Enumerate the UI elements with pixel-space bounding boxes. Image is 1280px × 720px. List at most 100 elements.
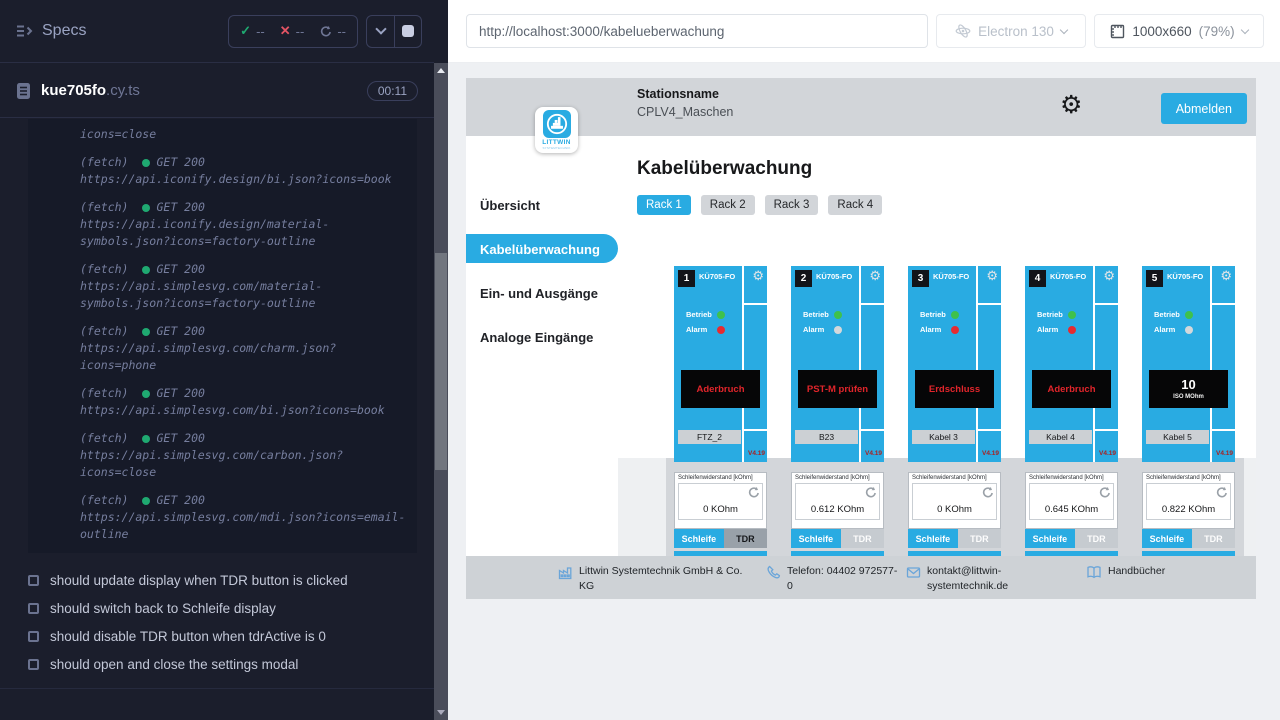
- refresh-button[interactable]: [981, 486, 994, 504]
- tdr-button[interactable]: TDR: [724, 529, 767, 548]
- module-divider: [1210, 266, 1212, 462]
- log-entry[interactable]: (fetch)GET 200https://api.simplesvg.com/…: [80, 323, 409, 374]
- logo-subtext: SYSTEMTECHNIK: [542, 146, 570, 150]
- device-number: 5: [1146, 270, 1163, 287]
- rack-tab[interactable]: Rack 2: [701, 195, 755, 215]
- device-display: Erdschluss: [915, 370, 994, 408]
- passed-count: --: [256, 24, 265, 39]
- log-url-line: symbols.json?icons=factory-outline: [80, 233, 409, 250]
- reporter-scrollbar[interactable]: [434, 63, 448, 720]
- collapse-button[interactable]: [367, 16, 394, 47]
- log-entry[interactable]: (fetch)GET 200https://api.iconify.design…: [80, 154, 409, 188]
- electron-icon: [955, 23, 971, 39]
- sidebar-item-3[interactable]: Ein- und Ausgänge: [466, 271, 618, 315]
- device-number: 1: [678, 270, 695, 287]
- command-log[interactable]: icons=close (fetch)GET 200https://api.ico…: [28, 119, 417, 553]
- log-entry[interactable]: (fetch)GET 200https://api.simplesvg.com/…: [80, 430, 409, 481]
- alarm-led-row: Alarm: [920, 325, 959, 334]
- phone-icon: [766, 565, 781, 580]
- device-model: KÜ705-FO: [1167, 272, 1203, 281]
- stat-passed: ✓ --: [240, 23, 265, 39]
- schleife-button[interactable]: Schleife: [791, 529, 841, 548]
- footer-phone-text[interactable]: Telefon: 04402 972577-0: [787, 564, 899, 594]
- test-title: should update display when TDR button is…: [50, 573, 348, 588]
- book-icon: [1086, 565, 1102, 580]
- device-settings-icon[interactable]: ⚙: [752, 269, 764, 282]
- rack-tab[interactable]: Rack 3: [765, 195, 819, 215]
- tdr-button[interactable]: TDR: [1075, 529, 1118, 548]
- refresh-button[interactable]: [747, 486, 760, 504]
- device-settings-icon[interactable]: ⚙: [869, 269, 881, 282]
- url-input[interactable]: [466, 14, 928, 48]
- refresh-icon: [864, 486, 877, 499]
- module-divider: [859, 266, 861, 462]
- device-module: 5KÜ705-FO⚙BetriebAlarm10ISO MOhmKabel 5V…: [1142, 266, 1235, 462]
- alarm-led: [951, 326, 959, 334]
- settings-gear-icon[interactable]: ⚙: [1060, 93, 1082, 118]
- log-entry[interactable]: (fetch)GET 200https://api.simplesvg.com/…: [80, 492, 409, 543]
- test-item[interactable]: should update display when TDR button is…: [28, 566, 424, 594]
- schleife-button[interactable]: Schleife: [1025, 529, 1075, 548]
- alarm-led-row: Alarm: [1154, 325, 1193, 334]
- log-entry[interactable]: (fetch)GET 200https://api.simplesvg.com/…: [80, 385, 409, 419]
- alarm-led-row: Alarm: [1037, 325, 1076, 334]
- device-settings-icon[interactable]: ⚙: [1103, 269, 1115, 282]
- tdr-button[interactable]: TDR: [958, 529, 1001, 548]
- success-dot-icon: [142, 328, 150, 336]
- rack-tab[interactable]: Rack 1: [637, 195, 691, 215]
- sidebar-item-1[interactable]: Übersicht: [466, 183, 618, 227]
- device-settings-icon[interactable]: ⚙: [986, 269, 998, 282]
- logo-text: LITTWIN: [542, 139, 570, 146]
- test-item[interactable]: should open and close the settings modal: [28, 650, 424, 678]
- stop-button[interactable]: [394, 16, 421, 47]
- fetch-label: (fetch): [80, 323, 128, 340]
- schleife-button[interactable]: Schleife: [1142, 529, 1192, 548]
- log-command: (fetch)GET 200: [80, 385, 409, 402]
- betrieb-led: [834, 311, 842, 319]
- module-divider: [1212, 429, 1235, 431]
- device-settings-icon[interactable]: ⚙: [1220, 269, 1232, 282]
- card-buttons: SchleifeTDR: [674, 529, 767, 548]
- footer-email-text[interactable]: kontakt@littwin-systemtechnik.de: [927, 564, 1031, 594]
- display-status-text: Aderbruch: [1047, 384, 1095, 395]
- resistance-panel: Schleifenwiderstand [kOhm]0 KOhm: [674, 472, 767, 529]
- viewport-selector[interactable]: 1000x660 (79%): [1094, 14, 1264, 48]
- alarm-led-row: Alarm: [803, 325, 842, 334]
- betrieb-led-row: Betrieb: [686, 310, 725, 319]
- log-command: (fetch)GET 200: [80, 199, 409, 216]
- scroll-down-icon: [437, 710, 445, 715]
- footer-manuals[interactable]: Handbücher: [1086, 564, 1165, 580]
- tdr-button[interactable]: TDR: [1192, 529, 1235, 548]
- betrieb-led-row: Betrieb: [803, 310, 842, 319]
- footer-phone: Telefon: 04402 972577-0: [766, 564, 906, 594]
- test-item[interactable]: should switch back to Schleife display: [28, 594, 424, 622]
- log-url-line: icons=close: [80, 464, 409, 481]
- log-url-line: icons=phone: [80, 357, 409, 374]
- tdr-button[interactable]: TDR: [841, 529, 884, 548]
- schleife-button[interactable]: Schleife: [674, 529, 724, 548]
- spec-file-row[interactable]: kue705fo.cy.ts 00:11: [0, 64, 434, 118]
- log-entry[interactable]: icons=close: [80, 126, 409, 143]
- ruler-icon: [1110, 24, 1125, 39]
- log-entry[interactable]: (fetch)GET 200https://api.simplesvg.com/…: [80, 261, 409, 312]
- schleife-button[interactable]: Schleife: [908, 529, 958, 548]
- scrollbar-thumb[interactable]: [435, 253, 447, 470]
- betrieb-led-row: Betrieb: [920, 310, 959, 319]
- sidebar-item-2[interactable]: Kabelüberwachung: [466, 227, 618, 271]
- chevron-down-icon: [375, 23, 386, 34]
- refresh-button[interactable]: [864, 486, 877, 504]
- specs-toggle[interactable]: Specs: [16, 22, 86, 40]
- module-divider: [976, 266, 978, 462]
- resistance-label: Schleifenwiderstand [kOhm]: [1146, 475, 1231, 481]
- log-entry[interactable]: (fetch)GET 200https://api.iconify.design…: [80, 199, 409, 250]
- refresh-button[interactable]: [1215, 486, 1228, 504]
- display-value: 10: [1181, 378, 1195, 392]
- rack-tab[interactable]: Rack 4: [828, 195, 882, 215]
- fetch-label: (fetch): [80, 385, 128, 402]
- logout-button[interactable]: Abmelden: [1161, 93, 1247, 124]
- test-item[interactable]: should disable TDR button when tdrActive…: [28, 622, 424, 650]
- sidebar-item-4[interactable]: Analoge Eingänge: [466, 315, 618, 359]
- refresh-icon: [1098, 486, 1111, 499]
- refresh-button[interactable]: [1098, 486, 1111, 504]
- browser-selector[interactable]: Electron 130: [936, 14, 1086, 48]
